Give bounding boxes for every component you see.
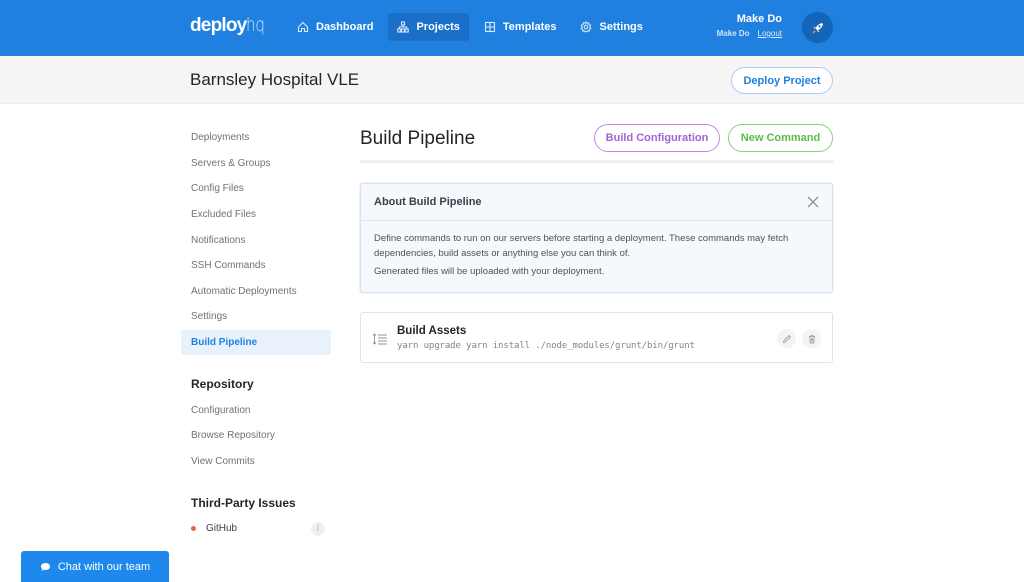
logo-text-deploy: deploy (190, 15, 247, 36)
about-build-pipeline-panel: About Build Pipeline Define commands to … (360, 183, 833, 293)
top-navigation-bar: deploy hq Dashboard Projects Templates S… (0, 0, 1024, 56)
nav-dashboard-label: Dashboard (316, 21, 374, 33)
command-name: Build Assets (397, 325, 467, 337)
nav-projects-label: Projects (416, 21, 460, 33)
chat-label: Chat with our team (57, 560, 151, 573)
project-title: Barnsley Hospital VLE (190, 70, 360, 89)
command-text: yarn upgrade yarn install ./node_modules… (397, 341, 695, 351)
command-row[interactable]: Build Assets yarn upgrade yarn install .… (360, 312, 833, 363)
chat-bubble-icon (40, 562, 50, 571)
sidebar-item-config-files[interactable]: Config Files (181, 176, 331, 202)
sidebar-item-configuration[interactable]: Configuration (181, 397, 331, 423)
page-title: Build Pipeline (360, 128, 476, 149)
sidebar-item-view-commits[interactable]: View Commits (181, 449, 331, 475)
home-icon (297, 21, 309, 33)
build-configuration-button[interactable]: Build Configuration (594, 124, 720, 152)
user-info: Make Do Make Do Logout (700, 12, 782, 41)
trash-icon (808, 334, 815, 343)
account-name: Make Do (716, 29, 750, 38)
github-label: GitHub (206, 523, 238, 535)
sidebar-heading-repository: Repository (191, 377, 254, 392)
deploy-project-button[interactable]: Deploy Project (731, 67, 833, 94)
pencil-icon (782, 334, 791, 343)
projects-icon (397, 21, 410, 33)
edit-command-button[interactable] (777, 329, 796, 348)
delete-command-button[interactable] (802, 329, 821, 348)
sidebar-item-servers-groups[interactable]: Servers & Groups (181, 151, 331, 177)
main-nav: Dashboard Projects Templates Settings (288, 13, 652, 41)
nav-projects[interactable]: Projects (388, 13, 469, 41)
sidebar-item-deployments[interactable]: Deployments (181, 125, 331, 151)
close-icon[interactable] (806, 195, 820, 209)
templates-icon (484, 21, 495, 33)
logo-text-hq: hq (246, 14, 265, 36)
github-status-dot (191, 526, 196, 532)
nav-settings-label: Settings (599, 21, 643, 33)
sidebar-item-settings[interactable]: Settings (181, 304, 331, 330)
gear-icon (580, 21, 593, 33)
user-account-line: Make Do Logout (700, 27, 782, 41)
nav-settings[interactable]: Settings (571, 13, 651, 41)
project-sidebar: Deployments Servers & Groups Config File… (181, 125, 331, 542)
new-command-button[interactable]: New Command (728, 124, 833, 152)
info-icon[interactable]: i (311, 521, 325, 536)
avatar[interactable] (802, 12, 833, 43)
nav-templates-label: Templates (502, 21, 557, 33)
nav-dashboard[interactable]: Dashboard (288, 13, 382, 41)
logout-link[interactable]: Logout (758, 29, 782, 38)
sidebar-item-excluded-files[interactable]: Excluded Files (181, 202, 331, 228)
sidebar-heading-third-party-issues: Third-Party Issues (191, 496, 296, 511)
about-paragraph: Define commands to run on our servers be… (374, 233, 789, 259)
about-panel-title: About Build Pipeline (361, 184, 832, 221)
title-divider (360, 160, 833, 163)
chat-with-team-button[interactable]: Chat with our team (21, 551, 169, 582)
drag-handle-icon[interactable] (372, 332, 388, 346)
about-paragraph: Generated files will be uploaded with yo… (374, 266, 605, 277)
sidebar-item-browse-repository[interactable]: Browse Repository (181, 423, 331, 449)
rocket-icon (811, 22, 823, 34)
sidebar-item-automatic-deployments[interactable]: Automatic Deployments (181, 279, 331, 305)
sidebar-item-github[interactable]: GitHub i (181, 516, 331, 542)
nav-templates[interactable]: Templates (475, 13, 566, 41)
sidebar-item-ssh-commands[interactable]: SSH Commands (181, 253, 331, 279)
sidebar-item-notifications[interactable]: Notifications (181, 227, 331, 253)
about-panel-body: Define commands to run on our servers be… (361, 221, 832, 289)
user-name: Make Do (736, 13, 782, 25)
project-header: Barnsley Hospital VLE Deploy Project (0, 56, 1024, 104)
deployhq-logo[interactable]: deploy hq (190, 14, 270, 38)
sidebar-item-build-pipeline[interactable]: Build Pipeline (181, 329, 331, 356)
